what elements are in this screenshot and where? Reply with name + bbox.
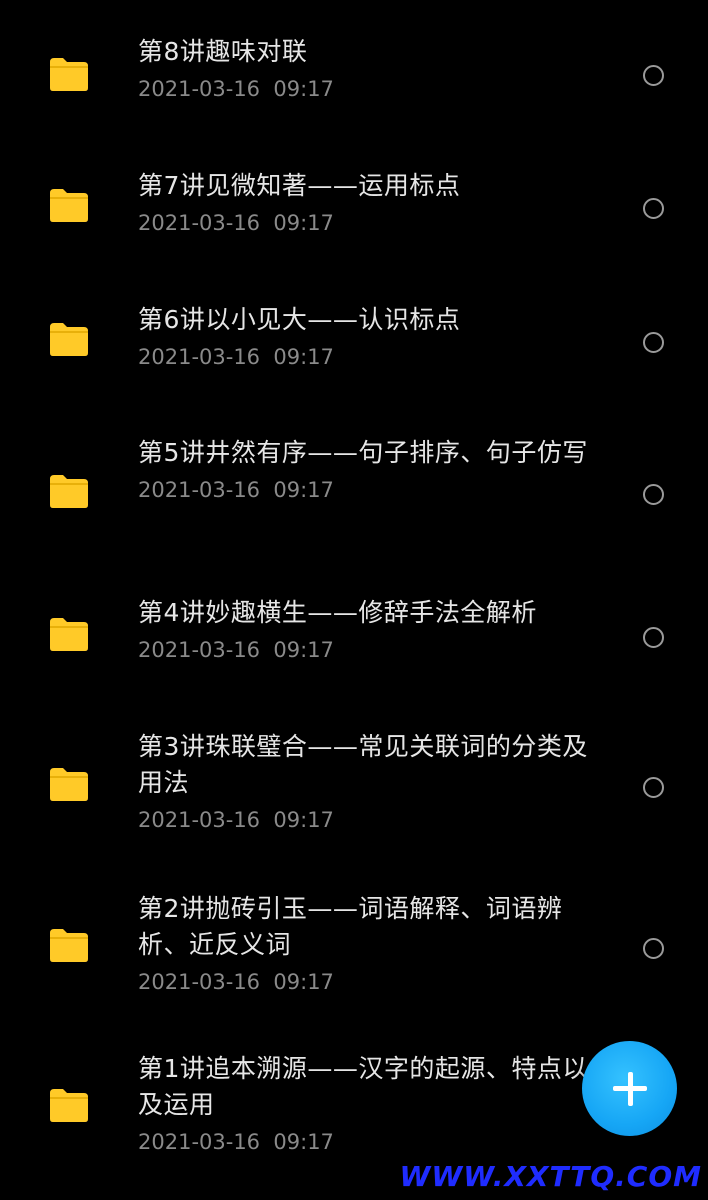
item-title: 第1讲追本溯源——汉字的起源、特点以及运用 [138,1054,588,1119]
folder-icon [48,616,90,652]
folder-icon [48,473,90,509]
item-date: 2021-03-16 09:17 [138,345,334,369]
plus-icon-stroke [627,1072,633,1106]
item-title: 第4讲妙趣横生——修辞手法全解析 [138,598,537,627]
list-item[interactable]: 第4讲妙趣横生——修辞手法全解析 2021-03-16 09:17 [0,584,708,720]
watermark-text: WWW.XXTTQ.COM [399,1160,702,1193]
list-item[interactable]: 第5讲井然有序——句子排序、句子仿写 2021-03-16 09:17 [0,410,708,584]
folder-icon [48,766,90,802]
radio-circle-icon[interactable] [643,938,664,959]
folder-icon [48,1087,90,1123]
file-list: 第8讲趣味对联 2021-03-16 09:17 第7讲见微知著——运用标点 2… [0,0,708,1200]
list-item[interactable]: 第8讲趣味对联 2021-03-16 09:17 [0,0,708,140]
item-date: 2021-03-16 09:17 [138,808,334,832]
item-title: 第6讲以小见大——认识标点 [138,305,461,334]
item-title: 第3讲珠联璧合——常见关联词的分类及用法 [138,732,588,797]
item-title: 第8讲趣味对联 [138,37,308,66]
add-button[interactable] [582,1041,677,1136]
folder-icon [48,56,90,92]
item-title: 第7讲见微知著——运用标点 [138,171,461,200]
item-title: 第5讲井然有序——句子排序、句子仿写 [138,438,588,467]
list-item[interactable]: 第2讲抛砖引玉——词语解释、词语辨析、近反义词 2021-03-16 09:17 [0,888,708,1050]
radio-circle-icon[interactable] [643,65,664,86]
item-date: 2021-03-16 09:17 [138,478,334,502]
radio-circle-icon[interactable] [643,332,664,353]
radio-circle-icon[interactable] [643,198,664,219]
item-date: 2021-03-16 09:17 [138,970,334,994]
item-title: 第2讲抛砖引玉——词语解释、词语辨析、近反义词 [138,894,563,959]
folder-icon [48,321,90,357]
item-date: 2021-03-16 09:17 [138,77,334,101]
folder-icon [48,927,90,963]
item-date: 2021-03-16 09:17 [138,638,334,662]
item-date: 2021-03-16 09:17 [138,1130,334,1154]
list-item[interactable]: 第6讲以小见大——认识标点 2021-03-16 09:17 [0,274,708,410]
list-item[interactable]: 第7讲见微知著——运用标点 2021-03-16 09:17 [0,140,708,274]
item-date: 2021-03-16 09:17 [138,211,334,235]
radio-circle-icon[interactable] [643,484,664,505]
folder-icon [48,187,90,223]
radio-circle-icon[interactable] [643,777,664,798]
list-item[interactable]: 第3讲珠联璧合——常见关联词的分类及用法 2021-03-16 09:17 [0,720,708,888]
radio-circle-icon[interactable] [643,627,664,648]
